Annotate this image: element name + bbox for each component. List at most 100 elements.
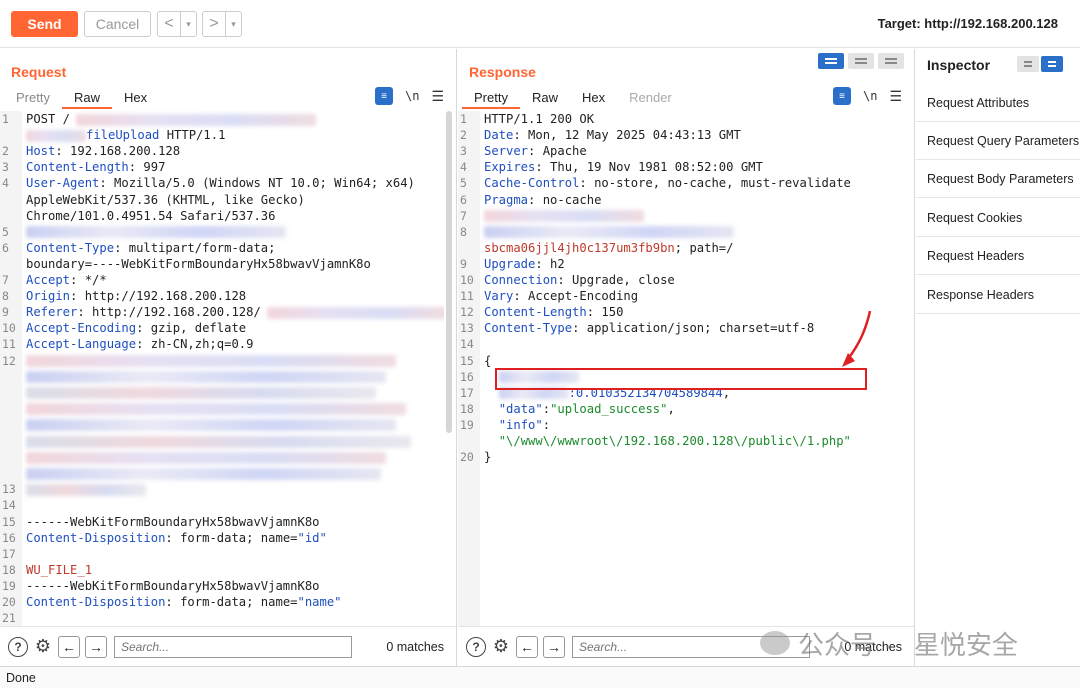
redacted-text xyxy=(26,355,396,367)
line-number: 16 xyxy=(460,369,474,384)
format-icon[interactable]: ≡ xyxy=(832,87,851,105)
code-value: { xyxy=(484,353,492,368)
newline-toggle-icon[interactable]: \n xyxy=(405,89,419,103)
gear-icon[interactable]: ⚙ xyxy=(491,636,511,657)
code-text xyxy=(26,353,396,369)
back-arrow-icon[interactable]: < xyxy=(158,15,180,33)
code-line: 7 xyxy=(458,208,902,224)
line-number: 19 xyxy=(2,578,16,593)
line-number: 5 xyxy=(460,176,467,191)
tab-hex[interactable]: Hex xyxy=(570,87,617,109)
redacted-text xyxy=(484,226,734,239)
code-value: POST / xyxy=(26,112,71,126)
code-line: 14 xyxy=(458,336,902,352)
inspector-item-request-query-parameters[interactable]: Request Query Parameters xyxy=(916,122,1080,160)
code-value: HTTP/1.1 200 OK xyxy=(484,112,595,126)
code-key: "info" xyxy=(498,417,543,432)
tab-pretty[interactable]: Pretty xyxy=(462,87,520,109)
tab-raw[interactable]: Raw xyxy=(61,87,112,109)
line-number: 7 xyxy=(460,208,467,223)
format-icon[interactable]: ≡ xyxy=(374,87,393,105)
tab-raw[interactable]: Raw xyxy=(520,87,570,109)
code-line: 1 HTTP/1.1 200 OK xyxy=(458,111,902,127)
menu-icon[interactable]: ☰ xyxy=(889,88,902,105)
previous-match-icon[interactable]: ← xyxy=(516,635,538,658)
line-number: 1 xyxy=(2,112,9,126)
line-number: 13 xyxy=(2,482,16,497)
code-key: Content-Disposition xyxy=(26,595,166,609)
newline-toggle-icon[interactable]: \n xyxy=(863,89,877,103)
code-value: : no-cache xyxy=(528,192,602,207)
code-key: Vary xyxy=(484,289,514,304)
menu-icon[interactable]: ☰ xyxy=(431,88,444,105)
back-history-dropdown-icon[interactable]: ▾ xyxy=(180,12,196,36)
code-text xyxy=(26,417,396,433)
code-line xyxy=(0,417,444,433)
target-url[interactable]: Target: http://192.168.200.128 xyxy=(878,16,1058,31)
watermark-right-text: 星悦安全 xyxy=(913,629,1018,660)
layout-single-icon[interactable] xyxy=(878,53,904,69)
request-title: Request xyxy=(11,64,67,80)
send-button[interactable]: Send xyxy=(11,11,78,37)
line-number: 10 xyxy=(460,273,474,287)
code-text: "info": xyxy=(484,417,550,433)
watermark-left-text: 公众号 · xyxy=(798,629,892,660)
line-number: 5 xyxy=(2,224,9,239)
tab-hex[interactable]: Hex xyxy=(112,87,159,109)
code-text: Connection: Upgrade, close xyxy=(484,272,675,288)
code-text: Upgrade: h2 xyxy=(484,256,565,272)
inspector-item-response-headers[interactable]: Response Headers xyxy=(916,276,1080,314)
code-key: "data" xyxy=(498,401,543,416)
code-value: : multipart/form-data; xyxy=(114,240,276,255)
status-text: Done xyxy=(6,670,36,685)
help-icon[interactable]: ? xyxy=(8,636,28,657)
tab-pretty[interactable]: Pretty xyxy=(4,87,62,109)
line-number: 16 xyxy=(2,530,16,545)
layout-horizontal-icon[interactable] xyxy=(848,53,874,69)
line-number: 11 xyxy=(2,337,16,352)
code-key: Date xyxy=(484,128,514,143)
code-line: 8 Origin: http://192.168.200.128 xyxy=(0,288,444,304)
code-value: : form-data; name= xyxy=(165,595,298,609)
help-icon[interactable]: ? xyxy=(466,636,486,657)
inspector-panel-icon[interactable] xyxy=(1041,56,1063,72)
inspector-item-request-cookies[interactable]: Request Cookies xyxy=(916,199,1080,237)
code-value: : xyxy=(542,417,551,432)
line-number: 9 xyxy=(460,256,467,271)
code-text xyxy=(484,224,734,240)
code-line: 8 xyxy=(458,224,902,240)
request-search-input[interactable] xyxy=(114,635,352,658)
line-number: 15 xyxy=(2,514,16,529)
forward-arrow-icon[interactable]: > xyxy=(203,15,225,33)
code-line: 4 User-Agent: Mozilla/5.0 (Windows NT 10.… xyxy=(0,175,444,191)
inspector-item-request-headers[interactable]: Request Headers xyxy=(916,237,1080,275)
line-number: 4 xyxy=(2,176,9,191)
next-match-icon[interactable]: → xyxy=(85,635,107,658)
request-editor[interactable]: 1 POST / fileUpload HTTP/1.1 2 Host: 192.168… xyxy=(0,111,444,626)
tab-render[interactable]: Render xyxy=(617,87,684,109)
code-line xyxy=(0,465,444,481)
code-text: Content-Length: 150 xyxy=(484,304,623,320)
inspector-item-request-body-parameters[interactable]: Request Body Parameters xyxy=(916,160,1080,198)
response-title: Response xyxy=(469,64,536,80)
inspector-item-request-attributes[interactable]: Request Attributes xyxy=(916,84,1080,122)
layout-split-icon[interactable] xyxy=(818,53,844,69)
inspector-list-icon[interactable] xyxy=(1017,56,1039,72)
redacted-text xyxy=(26,403,406,416)
forward-history-dropdown-icon[interactable]: ▾ xyxy=(225,12,241,36)
code-line: 7 Accept: */* xyxy=(0,272,444,288)
redacted-text xyxy=(26,451,386,464)
code-value xyxy=(484,402,499,416)
gear-icon[interactable]: ⚙ xyxy=(33,636,53,657)
line-number: 17 xyxy=(2,546,16,561)
line-number: 2 xyxy=(460,128,467,143)
code-line: 18 "data":"upload_success", xyxy=(458,401,902,417)
next-match-icon[interactable]: → xyxy=(543,635,565,658)
code-value: : zh-CN,zh;q=0.9 xyxy=(136,337,254,352)
previous-match-icon[interactable]: ← xyxy=(58,635,80,658)
line-number: 20 xyxy=(460,450,474,465)
request-scrollbar[interactable] xyxy=(446,111,452,433)
code-line: 5 xyxy=(0,224,444,240)
code-key: Accept xyxy=(26,273,71,287)
cancel-button[interactable]: Cancel xyxy=(84,11,151,37)
